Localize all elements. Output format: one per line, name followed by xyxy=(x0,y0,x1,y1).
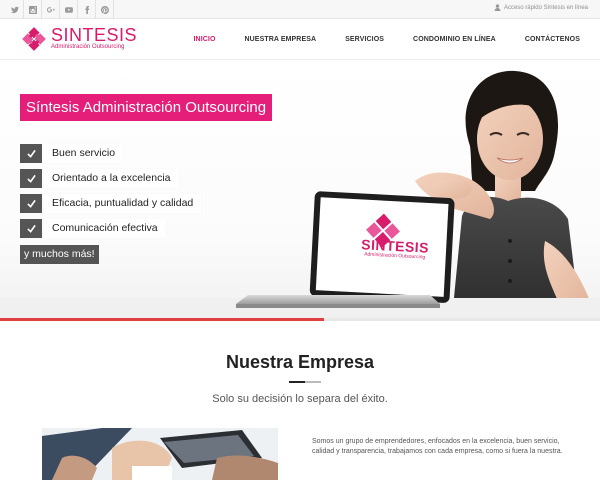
feature-label: Eficacia, puntualidad y calidad xyxy=(44,194,202,213)
facebook-icon[interactable] xyxy=(78,0,96,19)
pinterest-icon[interactable] xyxy=(96,0,114,19)
brand-tagline: Administración Outsourcing xyxy=(51,44,125,50)
checkmark-icon xyxy=(20,144,42,163)
user-icon xyxy=(494,4,501,11)
feature-label: Comunicación efectiva xyxy=(44,219,166,238)
quick-access-link[interactable]: Acceso rápido Síntesis en línea xyxy=(494,4,588,11)
feature-list: Buen servicio Orientado a la excelencia … xyxy=(20,144,202,264)
brand-name: SINTESIS xyxy=(51,25,138,45)
more-badge: y muchos más! xyxy=(20,245,99,264)
nav-item-inicio[interactable]: INICIO xyxy=(194,36,216,43)
checkmark-icon xyxy=(20,194,42,213)
instagram-icon[interactable] xyxy=(24,0,42,19)
quick-access-label: Acceso rápido Síntesis en línea xyxy=(503,4,588,11)
hero-slider: SINTESIS Administración Outsourcing Sínt… xyxy=(0,61,600,318)
nav-item-nuestra-empresa[interactable]: NUESTRA EMPRESA xyxy=(245,36,317,43)
slider-progress-fill xyxy=(0,318,324,321)
social-links xyxy=(6,0,114,19)
hero-title: Síntesis Administración Outsourcing xyxy=(20,94,273,121)
puzzle-logo-icon xyxy=(22,27,46,51)
main-nav: INICIO NUESTRA EMPRESA SERVICIOS CONDOMI… xyxy=(165,19,581,60)
nav-item-condominio-en-linea[interactable]: CONDOMINIO EN LÍNEA xyxy=(413,36,496,43)
nav-item-servicios[interactable]: SERVICIOS xyxy=(345,36,384,43)
nav-item-contactenos[interactable]: CONTÁCTENOS xyxy=(525,36,580,43)
feature-item: Eficacia, puntualidad y calidad xyxy=(20,194,202,213)
twitter-icon[interactable] xyxy=(6,0,24,19)
section-title: Nuestra Empresa xyxy=(225,352,375,372)
about-text: Somos un grupo de emprendedores, enfocad… xyxy=(312,438,563,455)
feature-item: Comunicación efectiva xyxy=(20,219,201,238)
feature-item: Orientado a la excelencia xyxy=(20,169,201,188)
section-subtitle: Solo su decisión lo separa del éxito. xyxy=(212,393,388,405)
site-logo[interactable]: SINTESIS Administración Outsourcing xyxy=(20,25,137,53)
youtube-icon[interactable] xyxy=(60,0,78,19)
site-header: SINTESIS Administración Outsourcing INIC… xyxy=(0,19,600,60)
google-plus-icon[interactable] xyxy=(42,0,60,19)
checkmark-icon xyxy=(20,169,42,188)
top-bar: Acceso rápido Síntesis en línea xyxy=(0,0,600,19)
team-photo xyxy=(42,428,278,480)
feature-label: Orientado a la excelencia xyxy=(44,169,179,188)
checkmark-icon xyxy=(20,219,42,238)
feature-label: Buen servicio xyxy=(44,144,124,163)
feature-item: Buen servicio xyxy=(20,144,201,163)
slider-progress xyxy=(0,318,600,321)
title-separator xyxy=(289,381,321,383)
